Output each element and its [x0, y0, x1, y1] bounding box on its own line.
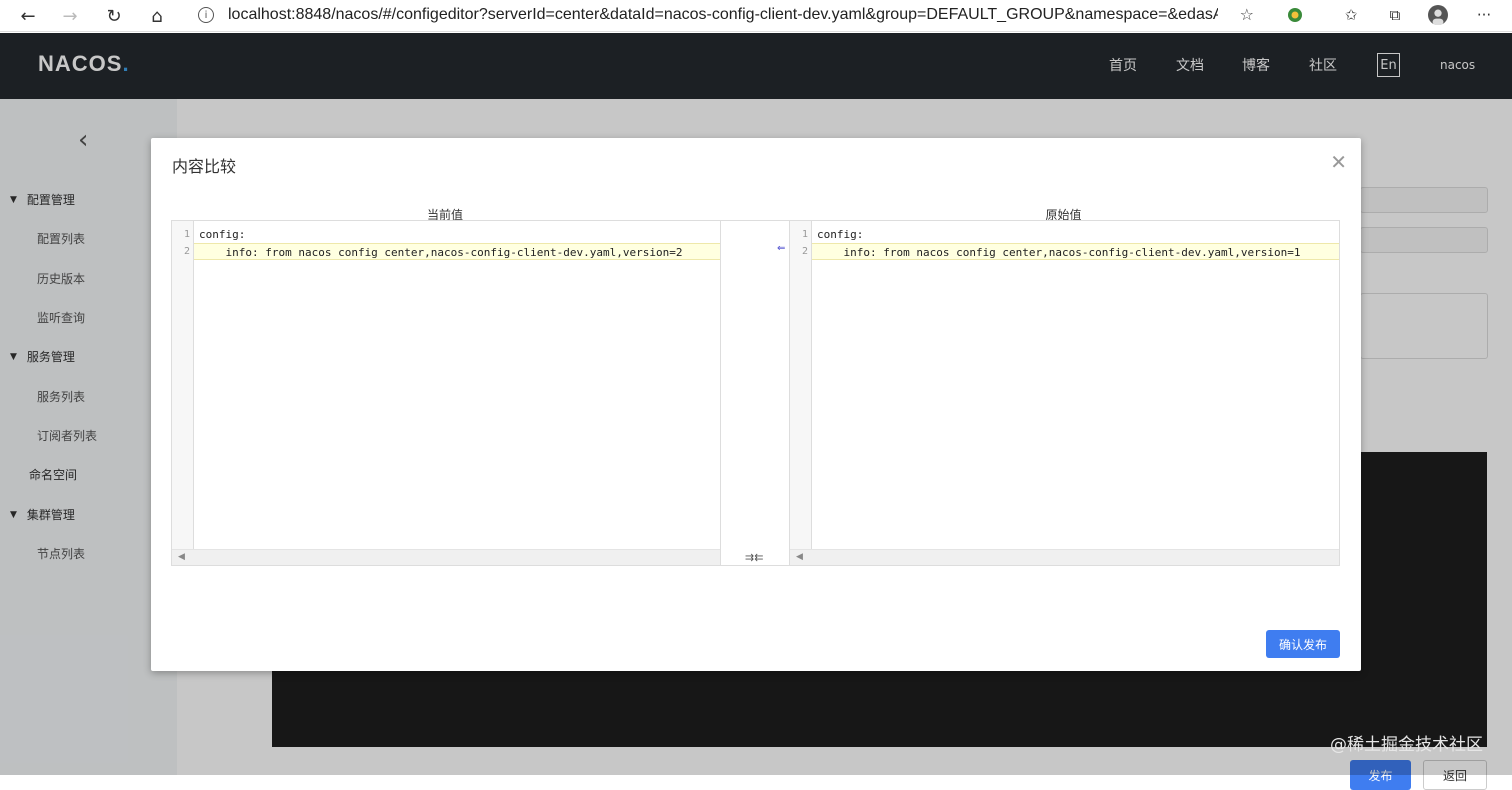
forward-arrow-icon[interactable]: → — [56, 2, 84, 30]
more-menu-icon[interactable]: ··· — [1474, 5, 1494, 25]
line-gutter: 1 2 — [790, 221, 812, 549]
profile-avatar[interactable] — [1428, 5, 1448, 25]
watermark: @稀土掘金技术社区 — [1330, 735, 1483, 755]
extension-icon[interactable] — [1285, 5, 1305, 25]
confirm-publish-button[interactable]: 确认发布 — [1266, 630, 1340, 658]
scroll-left-icon[interactable]: ◀ — [178, 552, 185, 562]
dialog-title: 内容比较 — [172, 157, 237, 176]
back-arrow-icon[interactable]: ← — [14, 2, 42, 30]
code-line[interactable]: config: — [812, 226, 1339, 243]
diff-merge-view: 1 2 config: info: from nacos config cent… — [171, 220, 1340, 566]
scroll-left-icon[interactable]: ◀ — [796, 552, 803, 562]
line-number: 2 — [801, 246, 808, 257]
code-line[interactable]: config: — [194, 226, 720, 243]
code-line-changed[interactable]: info: from nacos config center,nacos-con… — [194, 243, 720, 260]
reload-icon[interactable]: ↻ — [100, 2, 128, 30]
line-gutter: 1 2 — [172, 221, 194, 549]
compare-dialog: 内容比较 ✕ 当前值 原始值 1 2 config: info: from na… — [151, 138, 1361, 671]
url-text[interactable]: localhost:8848/nacos/#/configeditor?serv… — [228, 6, 1218, 24]
site-info-icon[interactable]: i — [198, 7, 214, 23]
close-icon[interactable]: ✕ — [1330, 152, 1347, 172]
collections-icon[interactable]: ⧉ — [1385, 5, 1405, 25]
revert-chunk-icon[interactable]: ⇐ — [777, 243, 785, 254]
current-editor-pane[interactable]: 1 2 config: info: from nacos config cent… — [172, 221, 720, 565]
bookmark-star-icon[interactable]: ☆ — [1240, 5, 1254, 24]
favorites-icon[interactable]: ✩ — [1341, 5, 1361, 25]
browser-toolbar: ← → ↻ ⌂ i localhost:8848/nacos/#/confige… — [0, 0, 1512, 32]
home-icon[interactable]: ⌂ — [143, 2, 171, 30]
address-bar[interactable]: i localhost:8848/nacos/#/configeditor?se… — [186, 1, 1266, 29]
line-number: 1 — [801, 229, 808, 240]
horizontal-scrollbar[interactable]: ◀ — [790, 549, 1339, 565]
original-editor-pane[interactable]: 1 2 config: info: from nacos config cent… — [790, 221, 1339, 565]
code-line-changed[interactable]: info: from nacos config center,nacos-con… — [812, 243, 1339, 260]
horizontal-scrollbar[interactable]: ◀ — [172, 549, 720, 565]
line-number: 1 — [183, 229, 190, 240]
line-number: 2 — [183, 246, 190, 257]
merge-gap: ⇐ ⇉⇇ — [720, 221, 790, 565]
sync-scroll-icon[interactable]: ⇉⇇ — [745, 551, 763, 564]
